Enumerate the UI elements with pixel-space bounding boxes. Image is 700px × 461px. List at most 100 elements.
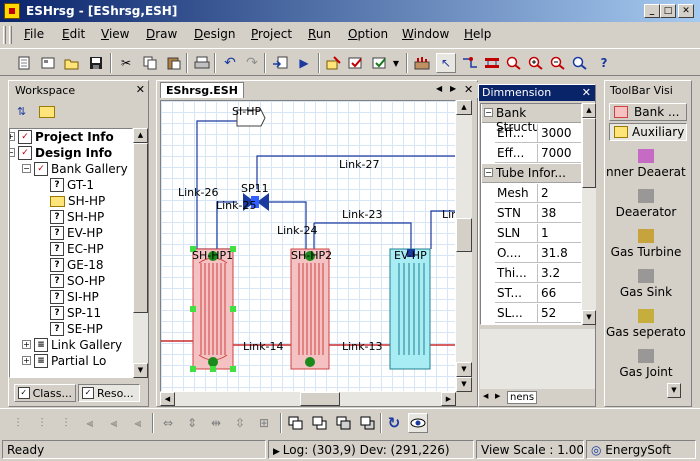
component-gas-joint[interactable]: Gas Joint [606,349,686,379]
property-row[interactable]: Mesh 2 [495,184,581,203]
select-pointer-icon[interactable]: ↖ [436,53,456,73]
tree-item[interactable]: ? SH-HP [50,209,104,225]
zoom-region-icon[interactable] [504,53,524,73]
same-width-icon[interactable]: ⇔ [158,413,178,433]
maximize-button[interactable]: □ [660,4,676,18]
space-across-icon[interactable]: ⇹ [206,413,226,433]
property-category[interactable]: − Bank Structure [482,104,581,134]
dimension-close-icon[interactable]: ✕ [582,86,591,99]
tree-item[interactable]: ? GT-1 [50,177,94,193]
tree-item[interactable]: ? EC-HP [50,241,104,257]
menu-view[interactable]: View [101,27,129,41]
property-value[interactable]: A178-A [537,324,582,325]
dimension-tab[interactable]: nens [507,391,538,404]
menu-run[interactable]: Run [308,27,331,41]
property-row[interactable]: Ma...A178-A [495,324,582,325]
scroll-left-icon[interactable]: ◀ [483,392,488,400]
property-value[interactable]: 66 [537,284,581,302]
tree-item[interactable]: ? GE-18 [50,257,103,273]
forward-icon[interactable] [334,413,354,433]
tree-item[interactable]: ? SE-HP [50,321,103,337]
minimize-button[interactable]: _ [644,4,660,18]
tab-resource-view[interactable]: ✓ Reso... [78,384,140,402]
component-scroll-down-icon[interactable]: ▼ [667,383,681,398]
dropdown-arrow-icon[interactable]: ▼ [390,53,402,73]
menu-design[interactable]: Design [194,27,235,41]
menu-project[interactable]: Project [251,27,292,41]
zoom-fit-icon[interactable] [570,53,590,73]
expand-icon[interactable]: + [10,132,15,141]
same-height-icon[interactable]: ⇕ [182,413,202,433]
bank-tool-icon[interactable] [482,53,502,73]
property-row[interactable]: SL... 52 [495,304,581,323]
ev-hp-evaporator[interactable] [389,248,431,370]
design-icon[interactable] [324,53,344,73]
send-back-icon[interactable] [310,413,330,433]
palette-icon[interactable] [412,53,432,73]
menu-option[interactable]: Option [348,27,388,41]
undo-icon[interactable]: ↶ [220,53,240,73]
report-icon[interactable] [370,53,390,73]
sh-hp2-exchanger[interactable] [290,248,330,370]
help-icon[interactable]: ? [594,53,614,73]
group-auxiliary[interactable]: Auxiliary [609,123,687,141]
expand-icon[interactable]: − [10,148,15,157]
tree-item[interactable]: SH-HP [50,193,105,209]
tree-item[interactable]: ? SI-HP [50,289,99,305]
component-gas-separator[interactable]: Gas seperator [606,309,686,339]
tree-item[interactable]: ? SO-HP [50,273,105,289]
menu-edit[interactable]: Edit [62,27,85,41]
tree-item[interactable]: + ≡ Partial Lo [22,353,106,369]
tree-item[interactable]: − ✓ Bank Gallery [22,161,128,177]
paste-icon[interactable] [164,53,184,73]
align-right-icon[interactable]: ⫶ [56,413,76,433]
space-down-icon[interactable]: ⇳ [230,413,250,433]
menu-file[interactable]: File [24,27,44,41]
align-top-icon[interactable]: ⫷ [80,413,100,433]
group-bank[interactable]: Bank ... [609,103,687,121]
collapse-icon[interactable]: − [484,168,493,177]
property-row[interactable]: O.... 31.8 [495,244,581,263]
new-project-icon[interactable] [38,53,58,73]
property-value[interactable]: 1 [537,224,581,242]
save-icon[interactable] [86,53,106,73]
expand-icon[interactable]: − [22,164,31,173]
tree-item[interactable]: ? EV-HP [50,225,103,241]
sh-hp1-exchanger[interactable] [190,246,236,372]
run-icon[interactable]: ▶ [294,53,314,73]
menu-help[interactable]: Help [464,27,491,41]
canvas-hscrollbar[interactable]: ◀ ▶ [160,392,456,406]
close-button[interactable]: ✕ [678,4,694,18]
property-scrollbar[interactable]: ▲ ▼ [582,103,596,325]
collapse-icon[interactable]: − [484,108,493,117]
open-icon[interactable] [62,53,82,73]
menu-grip[interactable] [3,26,6,44]
refresh-icon[interactable]: ↻ [384,413,404,433]
component-gas-sink[interactable]: Gas Sink [606,269,686,299]
align-left-icon[interactable]: ⫶ [8,413,28,433]
property-value[interactable]: 31.8 [537,244,581,262]
property-value[interactable]: 3000 [537,124,581,142]
align-center-icon[interactable]: ⫶ [32,413,52,433]
check-icon[interactable] [346,53,366,73]
menu-grip[interactable] [9,26,12,44]
property-row[interactable]: Thi... 3.2 [495,264,581,283]
property-value[interactable]: 38 [537,204,581,222]
tab-scroll-right-icon[interactable]: ▶ [450,84,456,93]
cut-icon[interactable]: ✂ [116,53,136,73]
property-row[interactable]: SLN 1 [495,224,581,243]
scroll-right-icon[interactable]: ▶ [495,392,500,400]
close-icon[interactable]: ✕ [136,83,145,96]
property-value[interactable]: 3.2 [537,264,581,282]
document-close-icon[interactable]: ✕ [464,83,473,96]
property-row[interactable]: Eff... 3000 [495,124,581,143]
property-value[interactable]: 7000 [537,144,581,162]
tree-item[interactable]: −✓Design Info [10,145,112,161]
expand-icon[interactable]: + [22,356,31,365]
property-category[interactable]: − Tube Infor... [482,164,581,183]
menu-window[interactable]: Window [402,27,449,41]
redo-icon[interactable]: ↷ [242,53,262,73]
tab-scroll-left-icon[interactable]: ◀ [436,84,442,93]
expand-icon[interactable]: + [22,340,31,349]
backward-icon[interactable] [358,413,378,433]
